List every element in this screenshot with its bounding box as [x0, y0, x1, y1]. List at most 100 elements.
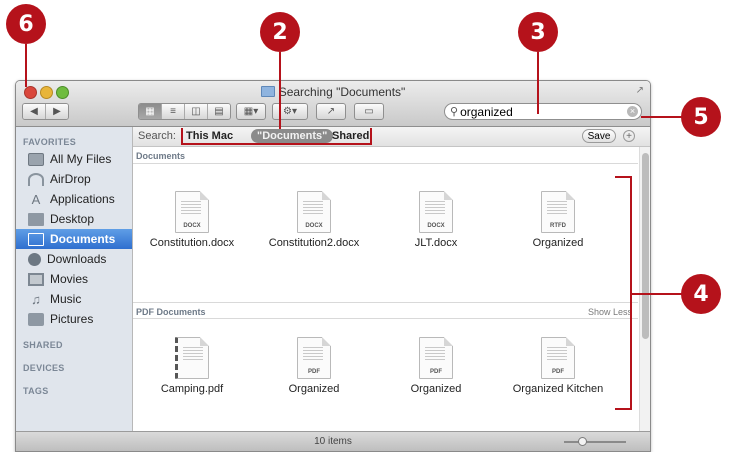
desktop-icon — [28, 212, 44, 226]
back-arrow-icon[interactable]: ◀ — [23, 104, 46, 119]
callout-2-line — [279, 52, 281, 129]
sidebar-item-label: Music — [50, 292, 82, 306]
pdf-file-icon: PDF — [419, 337, 453, 379]
pdf-notebook-icon — [175, 337, 209, 379]
callout-4-line — [632, 293, 682, 295]
file-name: Camping.pdf — [160, 383, 224, 395]
sidebar-item-pictures[interactable]: Pictures — [16, 309, 132, 329]
item-count: 10 items — [314, 436, 352, 447]
sidebar-header-favorites: FAVORITES — [23, 137, 77, 147]
file-name: JLT.docx — [414, 237, 458, 249]
callout-5: 5 — [681, 97, 721, 137]
sidebar-item-desktop[interactable]: Desktop — [16, 209, 132, 229]
action-button[interactable]: ⚙▾ — [272, 103, 308, 120]
file-item[interactable]: PDF Organized — [259, 337, 369, 395]
sidebar-item-applications[interactable]: A Applications — [16, 189, 132, 209]
sidebar-item-airdrop[interactable]: AirDrop — [16, 169, 132, 189]
vertical-scrollbar[interactable] — [639, 147, 650, 431]
file-item[interactable]: PDF Organized Kitchen — [503, 337, 613, 395]
column-view-icon[interactable]: ◫ — [185, 104, 208, 119]
add-criteria-button[interactable]: + — [623, 130, 635, 142]
tags-button[interactable]: ▭ — [354, 103, 384, 120]
back-forward-control: ◀ ▶ — [22, 103, 69, 120]
callout-2: 2 — [260, 12, 300, 52]
section-title: Documents — [136, 151, 186, 161]
file-name: Constitution.docx — [149, 237, 235, 249]
sidebar-item-label: Documents — [50, 232, 116, 246]
docx-file-icon: DOCX — [175, 191, 209, 233]
search-results: Documents DOCX Constitution.docx DOCX Co… — [133, 147, 638, 431]
file-name: Constitution2.docx — [268, 237, 360, 249]
downloads-icon — [28, 252, 41, 266]
icon-view-icon[interactable]: ▦ — [139, 104, 162, 119]
rtfd-file-icon: RTFD — [541, 191, 575, 233]
search-input[interactable] — [458, 104, 621, 119]
search-scope-label: Search: — [138, 130, 176, 142]
callout-3-line — [537, 52, 539, 114]
list-view-icon[interactable]: ≡ — [162, 104, 185, 119]
docx-file-icon: DOCX — [297, 191, 331, 233]
file-name: Organized — [532, 237, 584, 249]
window-title-text: Searching "Documents" — [278, 85, 406, 99]
scroll-thumb[interactable] — [642, 153, 649, 339]
callout-6: 6 — [6, 4, 46, 44]
pdf-file-icon: PDF — [541, 337, 575, 379]
forward-arrow-icon[interactable]: ▶ — [46, 104, 68, 119]
view-mode-control: ▦ ≡ ◫ ▤ — [138, 103, 231, 120]
callout-3: 3 — [518, 12, 558, 52]
file-name: Organized Kitchen — [512, 383, 604, 395]
airdrop-icon — [28, 172, 44, 186]
pdf-file-icon: PDF — [297, 337, 331, 379]
icon-size-slider[interactable] — [564, 437, 626, 446]
gear-icon: ⚙▾ — [283, 106, 297, 117]
sidebar-item-movies[interactable]: Movies — [16, 269, 132, 289]
file-item[interactable]: DOCX Constitution.docx — [137, 191, 247, 249]
section-header-documents: Documents — [133, 147, 638, 164]
status-bar: 10 items — [16, 431, 650, 451]
clear-icon[interactable]: × — [627, 106, 638, 117]
callout-6-line — [25, 44, 27, 87]
share-button[interactable]: ↗ — [316, 103, 346, 120]
share-icon: ↗ — [326, 106, 336, 117]
file-name: Organized — [288, 383, 340, 395]
scope-highlight-box — [181, 128, 372, 145]
magnifier-icon: ⚲ — [450, 106, 459, 118]
sidebar-item-label: Movies — [50, 272, 89, 286]
applications-icon: A — [31, 191, 41, 207]
section-header-pdf-documents: PDF Documents Show Less — [133, 302, 638, 319]
file-name: Organized — [410, 383, 462, 395]
file-item[interactable]: Camping.pdf — [137, 337, 247, 395]
sidebar-item-label: Applications — [50, 192, 115, 206]
callout-4: 4 — [681, 274, 721, 314]
window-title: Searching "Documents" — [16, 85, 650, 99]
sidebar: FAVORITES All My Files AirDrop A Applica… — [16, 127, 133, 431]
sidebar-item-label: All My Files — [50, 152, 112, 166]
fullscreen-icon[interactable]: ↗ — [636, 85, 644, 96]
save-search-button[interactable]: Save — [582, 129, 616, 143]
file-item[interactable]: DOCX Constitution2.docx — [259, 191, 369, 249]
arrange-button[interactable]: ▦▾ — [236, 103, 266, 120]
cover-flow-icon[interactable]: ▤ — [208, 104, 230, 119]
file-item[interactable]: DOCX JLT.docx — [381, 191, 491, 249]
sidebar-item-downloads[interactable]: Downloads — [16, 249, 132, 269]
sidebar-header-devices: DEVICES — [23, 363, 65, 373]
search-field[interactable]: ⚲ × — [444, 103, 642, 120]
results-highlight-bracket — [615, 176, 632, 410]
sidebar-item-music[interactable]: ♫ Music — [16, 289, 132, 309]
sidebar-item-label: Pictures — [50, 312, 94, 326]
arrange-icon: ▦▾ — [243, 106, 259, 117]
sidebar-item-label: Downloads — [47, 252, 107, 266]
movies-icon — [28, 272, 44, 286]
music-icon: ♫ — [31, 291, 41, 307]
docx-file-icon: DOCX — [419, 191, 453, 233]
sidebar-item-documents[interactable]: Documents — [16, 229, 132, 249]
all-files-icon — [28, 152, 44, 166]
slider-knob[interactable] — [578, 437, 587, 446]
file-item[interactable]: PDF Organized — [381, 337, 491, 395]
callout-5-line — [641, 116, 682, 118]
file-item[interactable]: RTFD Organized — [503, 191, 613, 249]
folder-icon — [260, 86, 275, 97]
pictures-icon — [28, 312, 44, 326]
sidebar-item-all-my-files[interactable]: All My Files — [16, 149, 132, 169]
documents-icon — [28, 232, 44, 246]
